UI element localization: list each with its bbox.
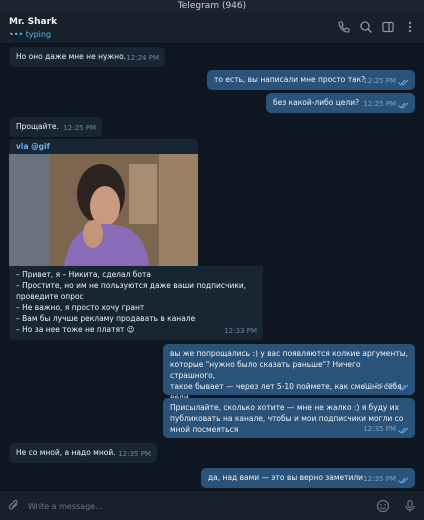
gif-image[interactable] (9, 154, 198, 266)
message-outgoing[interactable]: Присылайте, сколько хотите — мне не жалк… (163, 398, 415, 438)
window-title: Telegram (946) (0, 0, 424, 12)
message-time: 12:33 PM (224, 327, 257, 335)
message-composer (0, 490, 424, 520)
message-line: вы же попрощались :) у вас появляются ко… (170, 349, 408, 358)
message-outgoing[interactable]: без какой-либо цели? 12:25 PM (266, 93, 415, 113)
message-outgoing[interactable]: то есть, вы написали мне просто так? 12:… (207, 70, 415, 90)
chat-name[interactable]: Mr. Shark (9, 17, 57, 27)
double-check-icon (398, 477, 409, 484)
message-outgoing[interactable]: вы же попрощались :) у вас появляются ко… (163, 344, 415, 413)
more-icon[interactable] (403, 20, 417, 34)
emoji-icon[interactable] (376, 499, 390, 513)
message-time: 12:35 PM (363, 425, 396, 433)
message-list[interactable]: Но оно даже мне не нужно. 12:24 PM то ес… (0, 44, 424, 490)
attach-icon[interactable] (7, 499, 21, 513)
message-incoming-caption[interactable]: – Привет, я – Никита, сделал бота – Прос… (9, 266, 263, 340)
message-time: 12:25 PM (63, 124, 96, 132)
message-line: Присылайте, сколько хотите — мне не жалк… (170, 403, 400, 412)
caption-line: – Простите, но им не пользуются даже ваш… (16, 281, 247, 290)
message-input[interactable] (28, 498, 358, 514)
double-check-icon (398, 427, 409, 434)
microphone-icon[interactable] (403, 499, 417, 513)
double-check-icon (398, 102, 409, 109)
caption-line: – Но за нее тоже не платят 😉 (16, 325, 135, 334)
caption-line: – Привет, я – Никита, сделал бота (16, 270, 151, 279)
message-text: без какой-либо цели? (273, 98, 360, 107)
typing-label: typing (25, 30, 52, 39)
gif-via-label[interactable]: via @gif (16, 141, 198, 152)
message-incoming[interactable]: Не со мной, а надо мной. 12:35 PM (9, 443, 157, 463)
message-time: 12:25 PM (363, 77, 396, 85)
message-time: 12:34 PM (363, 382, 396, 390)
message-time: 12:25 PM (363, 100, 396, 108)
message-text: Не со мной, а надо мной. (16, 448, 116, 457)
message-time: 12:24 PM (126, 54, 159, 62)
message-text: Но оно даже мне не нужно. (16, 52, 127, 61)
typing-status: ••• typing (9, 30, 51, 39)
message-time: 12:35 PM (118, 450, 151, 458)
message-outgoing[interactable]: да, над вами — это вы верно заметили 12:… (201, 468, 415, 488)
message-incoming[interactable]: Прощайте. 12:25 PM (9, 117, 102, 137)
chat-header: Mr. Shark ••• typing (0, 12, 424, 44)
double-check-icon (398, 79, 409, 86)
message-line: публиковать на канале, чтобы и мои подпи… (170, 414, 404, 423)
sidebar-icon[interactable] (381, 20, 395, 34)
caption-line: – Вам бы лучше рекламу продавать в канал… (16, 314, 196, 323)
message-incoming[interactable]: Но оно даже мне не нужно. 12:24 PM (9, 47, 165, 67)
double-check-icon (398, 384, 409, 391)
message-text: да, над вами — это вы верно заметили (208, 473, 364, 482)
message-text: Прощайте. (16, 122, 59, 131)
caption-line: – Не важно, я просто хочу грант (16, 303, 145, 312)
phone-icon[interactable] (337, 20, 351, 34)
message-text: то есть, вы написали мне просто так? (214, 75, 366, 84)
caption-line: проведите опрос (16, 292, 84, 301)
search-icon[interactable] (359, 20, 373, 34)
message-line: которые "нужно было сказать раньше"? Нич… (170, 360, 361, 380)
typing-dots: ••• (9, 30, 24, 39)
message-time: 12:35 PM (363, 475, 396, 483)
